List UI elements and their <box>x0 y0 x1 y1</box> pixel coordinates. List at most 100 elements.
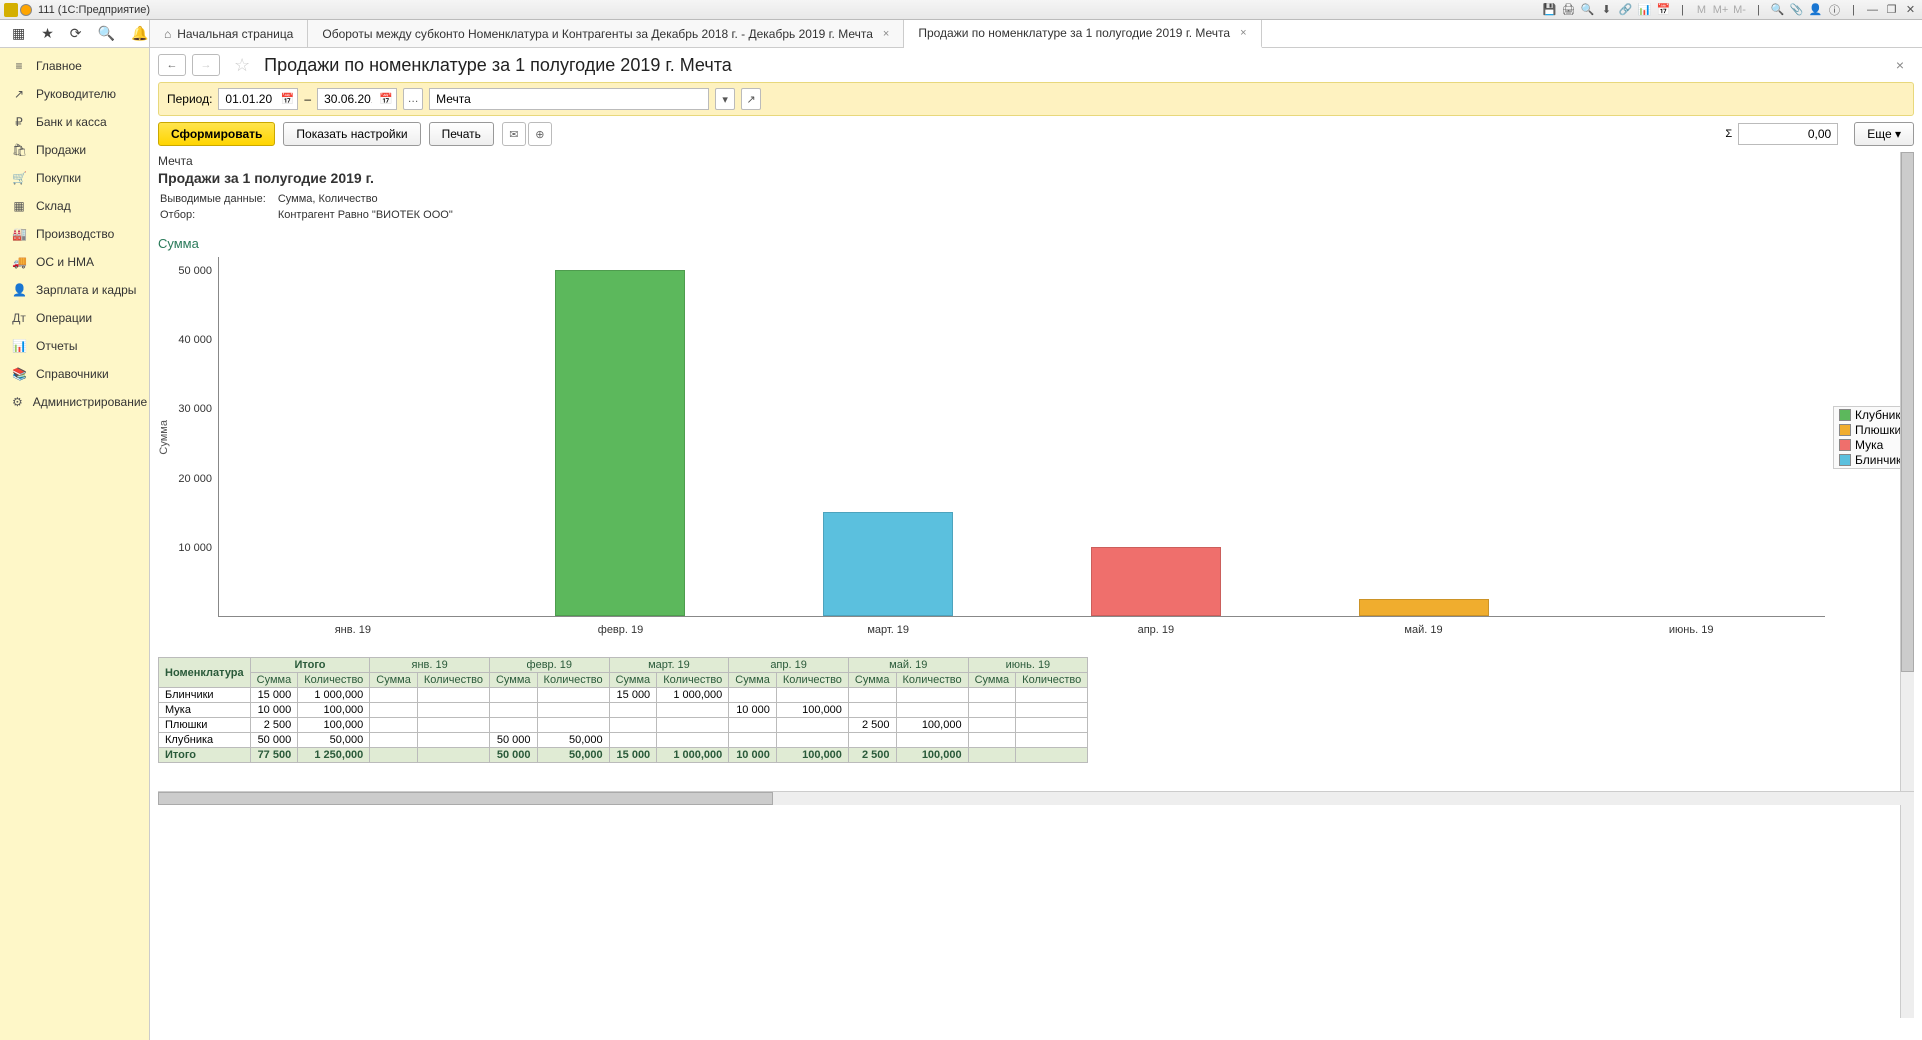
y-tick: 40 000 <box>178 334 212 346</box>
period-more-button[interactable]: … <box>403 88 423 110</box>
toolbar-user-icon[interactable]: 👤 <box>1808 2 1823 17</box>
chart-bar <box>555 270 685 616</box>
toolbar-calendar-icon[interactable]: 📅 <box>1656 2 1671 17</box>
sidebar-item-6[interactable]: 🏭Производство <box>0 220 149 248</box>
favorite-star-icon[interactable]: ☆ <box>234 55 250 76</box>
window-maximize-icon[interactable]: ❐ <box>1884 2 1899 17</box>
sidebar-icon: ⚙ <box>12 395 23 409</box>
report-scroll-area[interactable]: Мечта Продажи за 1 полугодие 2019 г. Выв… <box>158 152 1914 1032</box>
sidebar-item-3[interactable]: 🛍Продажи <box>0 136 149 164</box>
apps-icon[interactable]: ▦ <box>12 25 25 42</box>
nav-fwd-button[interactable]: → <box>192 54 220 76</box>
sidebar-icon: 🛒 <box>12 171 26 185</box>
window-close-icon[interactable]: ✕ <box>1903 2 1918 17</box>
nav-back-icon[interactable] <box>20 4 32 16</box>
nav-back-button[interactable]: ← <box>158 54 186 76</box>
toolbar-search-icon[interactable]: 🔍 <box>1770 2 1785 17</box>
sidebar-item-1[interactable]: ↗ Руководителю <box>0 80 149 108</box>
chart-bar <box>823 512 953 616</box>
report-title: Продажи за 1 полугодие 2019 г. <box>158 170 1914 186</box>
home-icon: ⌂ <box>164 27 171 41</box>
toolbar-preview-icon[interactable]: 🔍 <box>1580 2 1595 17</box>
x-tick: июнь. 19 <box>1557 624 1825 636</box>
toolbar-clip-icon[interactable]: 📎 <box>1789 2 1804 17</box>
sidebar-item-0[interactable]: ≡ Главное <box>0 52 149 80</box>
sidebar-icon: 📊 <box>12 339 26 353</box>
date-from-input[interactable] <box>218 88 298 110</box>
email-icon[interactable]: ✉ <box>502 122 526 146</box>
close-icon[interactable]: × <box>883 28 889 40</box>
sidebar-item-11[interactable]: 📚 Справочники <box>0 360 149 388</box>
star-icon[interactable]: ★ <box>41 25 54 42</box>
y-tick: 20 000 <box>178 473 212 485</box>
data-table: НоменклатураИтогоянв. 19февр. 19март. 19… <box>158 657 1088 763</box>
search-icon[interactable]: 🔍 <box>98 25 115 42</box>
page-close-icon[interactable]: × <box>1896 57 1914 73</box>
vertical-scrollbar[interactable] <box>1900 152 1914 1018</box>
sidebar-label: Банк и касса <box>36 115 107 129</box>
sidebar-item-8[interactable]: 👤Зарплата и кадры <box>0 276 149 304</box>
y-tick: 50 000 <box>178 265 212 277</box>
sidebar-item-9[interactable]: ДтОперации <box>0 304 149 332</box>
org-input[interactable] <box>429 88 709 110</box>
sum-field[interactable] <box>1738 123 1838 145</box>
close-icon[interactable]: × <box>1240 27 1246 39</box>
sidebar-item-12[interactable]: ⚙Администрирование <box>0 388 149 416</box>
tab-report-2[interactable]: Продажи по номенклатуре за 1 полугодие 2… <box>904 20 1261 48</box>
bell-icon[interactable]: 🔔 <box>131 25 148 42</box>
date-to-input[interactable] <box>317 88 397 110</box>
sidebar-icon: ↗ <box>12 87 26 101</box>
toolbar-download-icon[interactable]: ⬇ <box>1599 2 1614 17</box>
sidebar-label: Покупки <box>36 171 81 185</box>
toolbar-save-icon[interactable]: 💾 <box>1542 2 1557 17</box>
org-dropdown-button[interactable]: ▾ <box>715 88 735 110</box>
y-tick: 10 000 <box>178 542 212 554</box>
sidebar-icon: ≡ <box>12 59 26 73</box>
table-row: Мука10 000100,00010 000100,000 <box>159 703 1088 718</box>
sidebar-icon: ₽ <box>12 115 26 129</box>
tab-home[interactable]: ⌂ Начальная страница <box>150 20 308 47</box>
sidebar-item-2[interactable]: ₽ Банк и касса <box>0 108 149 136</box>
app-logo-icon <box>4 3 18 17</box>
sidebar-label: Руководителю <box>36 87 116 101</box>
x-tick: янв. 19 <box>219 624 487 636</box>
tab-report-1[interactable]: Обороты между субконто Номенклатура и Ко… <box>308 20 904 47</box>
toolbar-link-icon[interactable]: 🔗 <box>1618 2 1633 17</box>
toolbar-print-icon[interactable]: 🖨 <box>1561 2 1576 17</box>
sidebar-item-7[interactable]: 🚚 ОС и НМА <box>0 248 149 276</box>
toolbar-m-icon[interactable]: M <box>1694 2 1709 17</box>
print-button[interactable]: Печать <box>429 122 494 146</box>
toolbar-mminus-icon[interactable]: M- <box>1732 2 1747 17</box>
sidebar-icon: 📚 <box>12 367 26 381</box>
filter-bar: Период: 📅 – 📅 … ▾ ↗ <box>158 82 1914 116</box>
toolbar-calc-icon[interactable]: 📊 <box>1637 2 1652 17</box>
history-icon[interactable]: ⟳ <box>70 25 82 42</box>
toolbar-info-icon[interactable]: ⓘ <box>1827 2 1842 17</box>
chart-bar <box>1091 547 1221 616</box>
top-nav-row: ▦ ★ ⟳ 🔍 🔔 ⌂ Начальная страница Обороты м… <box>0 20 1922 48</box>
horizontal-scrollbar[interactable] <box>158 791 1914 805</box>
report-org: Мечта <box>158 154 1914 168</box>
sidebar-label: Отчеты <box>36 339 77 353</box>
sidebar-label: Главное <box>36 59 82 73</box>
sidebar-item-4[interactable]: 🛒 Покупки <box>0 164 149 192</box>
sidebar-icon: ▦ <box>12 199 26 213</box>
attach-icon[interactable]: ⊕ <box>528 122 552 146</box>
table-row: Плюшки2 500100,0002 500100,000 <box>159 718 1088 733</box>
chart-title: Сумма <box>158 236 1914 251</box>
sidebar-item-5[interactable]: ▦Склад <box>0 192 149 220</box>
sidebar-label: Справочники <box>36 367 109 381</box>
toolbar-mplus-icon[interactable]: M+ <box>1713 2 1728 17</box>
show-settings-button[interactable]: Показать настройки <box>283 122 420 146</box>
action-bar: Сформировать Показать настройки Печать ✉… <box>158 122 1914 146</box>
x-tick: апр. 19 <box>1022 624 1290 636</box>
org-open-button[interactable]: ↗ <box>741 88 761 110</box>
sidebar-label: ОС и НМА <box>36 255 94 269</box>
sidebar-icon: 🚚 <box>12 255 26 269</box>
form-button[interactable]: Сформировать <box>158 122 275 146</box>
table-total-row: Итого77 5001 250,00050 00050,00015 0001 … <box>159 748 1088 763</box>
window-minimize-icon[interactable]: — <box>1865 2 1880 17</box>
more-button[interactable]: Еще ▾ <box>1854 122 1914 146</box>
period-label: Период: <box>167 92 212 106</box>
sidebar-item-10[interactable]: 📊 Отчеты <box>0 332 149 360</box>
